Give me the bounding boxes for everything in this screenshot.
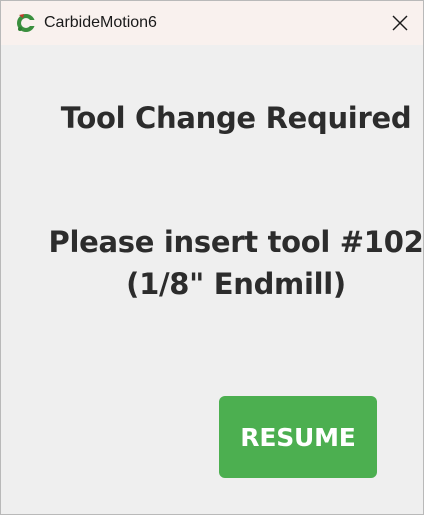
window-title: CarbideMotion6 — [44, 14, 157, 31]
close-icon — [392, 15, 408, 31]
tool-change-message: Please insert tool #102 (1/8" Endmill) — [1, 221, 424, 305]
message-line-1: Please insert tool #102 — [48, 225, 424, 259]
dialog-heading: Tool Change Required — [60, 101, 412, 135]
resume-button[interactable]: RESUME — [219, 396, 377, 478]
dialog-window: CarbideMotion6 Tool Change Required Plea… — [0, 0, 424, 515]
message-line-2: (1/8" Endmill) — [126, 267, 346, 301]
carbide-motion-icon — [15, 12, 37, 34]
close-button[interactable] — [377, 1, 423, 45]
title-bar[interactable]: CarbideMotion6 — [1, 1, 423, 45]
